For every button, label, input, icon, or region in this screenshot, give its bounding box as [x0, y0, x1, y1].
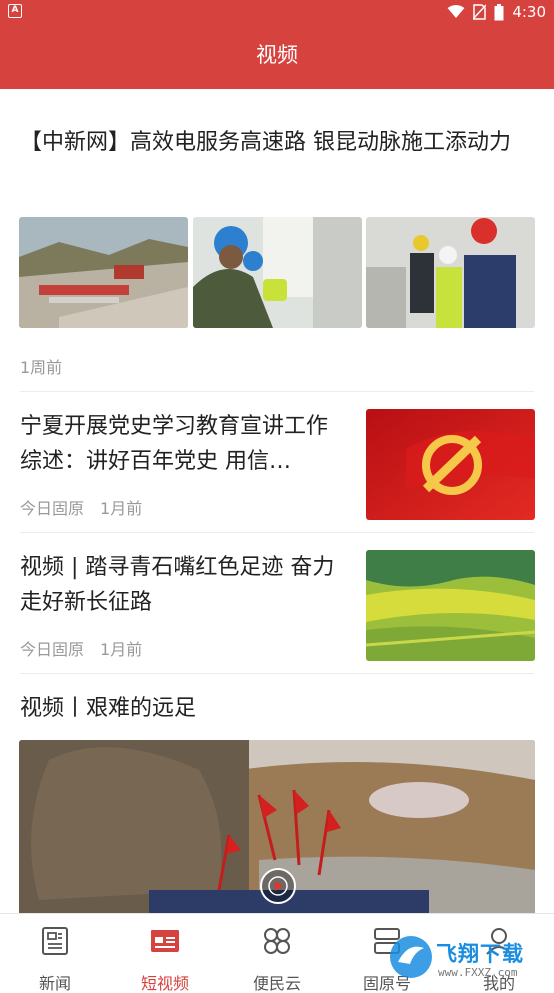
tab-short-video[interactable]: 短视频: [110, 914, 220, 993]
play-button[interactable]: [260, 868, 296, 904]
article-card[interactable]: 视频 | 踏寻青石嘴红色足迹 奋力走好新长征路 今日固原 1月前: [0, 532, 554, 673]
article-image-party-flag[interactable]: [366, 409, 535, 520]
article-title[interactable]: 视频 | 踏寻青石嘴红色足迹 奋力走好新长征路: [20, 550, 340, 620]
article-image-inspection[interactable]: [366, 217, 535, 328]
newspaper-icon: [42, 927, 68, 955]
video-news-icon: [151, 930, 179, 952]
article-card[interactable]: 【中新网】高效电服务高速路 银昆动脉施工添动力 1周前: [0, 89, 554, 391]
tab-news[interactable]: 新闻: [0, 914, 110, 993]
watermark-url: www.FXXZ.com: [438, 966, 518, 979]
video-player[interactable]: [19, 740, 535, 913]
tab-label: 新闻: [38, 974, 71, 993]
watermark: 飞翔下载 www.FXXZ.com: [388, 932, 546, 984]
article-image-construction-site[interactable]: [19, 217, 188, 328]
tab-services-cloud[interactable]: 便民云: [222, 914, 332, 993]
article-timestamp: 1月前: [100, 499, 143, 518]
no-sim-icon: [473, 4, 487, 20]
battery-icon: [494, 3, 504, 20]
article-timestamp: 1月前: [100, 640, 143, 659]
wifi-icon: [447, 5, 465, 18]
article-title[interactable]: 【中新网】高效电服务高速路 银昆动脉施工添动力: [20, 125, 534, 160]
article-title[interactable]: 宁夏开展党史学习教育宣讲工作综述：讲好百年党史 用信…: [20, 409, 340, 479]
article-timestamp: 1周前: [20, 358, 63, 377]
video-title[interactable]: 视频丨艰难的远足: [20, 691, 196, 726]
watermark-text: 飞翔下载: [436, 942, 524, 966]
article-meta: 今日固原 1月前: [20, 636, 142, 660]
status-bar: A 4:30: [0, 0, 554, 24]
tab-label: 便民云: [252, 974, 301, 993]
four-petal-icon: [264, 928, 290, 954]
app-notification-icon: A: [8, 4, 22, 18]
article-image-landscape[interactable]: [366, 550, 535, 661]
video-card[interactable]: 视频丨艰难的远足: [0, 673, 554, 913]
tab-label: 短视频: [140, 974, 189, 993]
article-source: 今日固原: [20, 640, 85, 659]
article-source: 今日固原: [20, 499, 85, 518]
article-card[interactable]: 宁夏开展党史学习教育宣讲工作综述：讲好百年党史 用信… 今日固原 1月前: [0, 391, 554, 532]
page-title: 视频: [0, 24, 554, 89]
clock: 4:30: [512, 3, 546, 21]
article-image-workers[interactable]: [193, 217, 362, 328]
watermark-logo-icon: [390, 936, 432, 978]
article-meta: 今日固原 1月前: [20, 495, 142, 519]
news-feed[interactable]: 【中新网】高效电服务高速路 银昆动脉施工添动力 1周前 宁夏开展党史学习教育宣讲…: [0, 89, 554, 913]
play-icon: [268, 876, 288, 896]
